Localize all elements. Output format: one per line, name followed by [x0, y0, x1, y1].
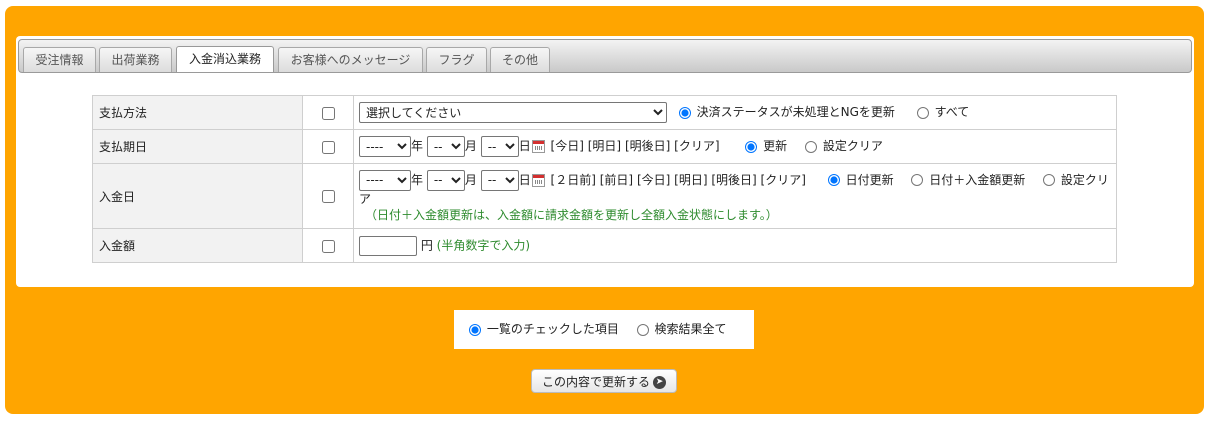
date-clear-radio[interactable] — [1043, 174, 1056, 186]
due-clear-link[interactable]: [クリア] — [674, 139, 719, 153]
payment-date-checkbox[interactable] — [321, 190, 335, 203]
due-tomorrow-link[interactable]: [明日] — [588, 139, 621, 153]
date-today-link[interactable]: [今日] — [637, 173, 670, 187]
date-year-select[interactable]: ---- — [359, 169, 411, 191]
scope-checked-radio[interactable] — [469, 323, 481, 336]
tab-order-info[interactable]: 受注情報 — [23, 47, 96, 72]
date-amount-update-radio[interactable] — [911, 174, 924, 186]
due-update-radio[interactable] — [745, 140, 758, 153]
payment-method-update-radio[interactable] — [678, 106, 691, 119]
due-clear-radio[interactable] — [805, 140, 818, 153]
payment-amount-checkbox[interactable] — [321, 239, 335, 253]
amount-unit: 円 — [420, 238, 433, 252]
payment-due-checkbox[interactable] — [321, 140, 335, 154]
scope-checked-label: 一覧のチェックした項目 — [486, 322, 619, 336]
due-day-select[interactable]: -- — [480, 136, 519, 157]
arrow-right-circle-icon: ➤ — [653, 375, 666, 389]
date-tomorrow-link[interactable]: [明日] — [674, 173, 707, 187]
payment-amount-input[interactable] — [359, 235, 417, 256]
tab-payment-reconcile[interactable]: 入金消込業務 — [176, 46, 274, 72]
date-day-after-link[interactable]: [明後日] — [711, 173, 756, 187]
scope-all-radio[interactable] — [636, 323, 649, 336]
unit-month: 月 — [464, 139, 477, 153]
tab-other[interactable]: その他 — [490, 47, 550, 72]
row-payment-date: 入金日 ----年 -- 月 -- 日 [２日前] [前日] [今日] [明日] [… — [92, 163, 1117, 229]
payment-method-select[interactable]: 選択してください — [359, 102, 667, 123]
tab-bar: 受注情報 出荷業務 入金消込業務 お客様へのメッセージ フラグ その他 — [18, 39, 1192, 73]
scope-all-label: 検索結果全て — [654, 322, 727, 336]
calendar-icon[interactable] — [531, 140, 545, 153]
row-payment-amount: 入金額 円 (半角数字で入力) — [92, 228, 1117, 263]
row-payment-due: 支払期日 ---- 年 -- 月 -- 日 [今日] [明日] [明後日] [クリア]… — [92, 129, 1117, 164]
due-today-link[interactable]: [今日] — [551, 139, 584, 153]
unit-year: 年 — [411, 139, 424, 153]
due-month-select[interactable]: -- — [426, 136, 465, 157]
update-scope-box: 一覧のチェックした項目 検索結果全て — [454, 310, 754, 349]
date-2days-ago-link[interactable]: [２日前] — [551, 173, 596, 187]
submit-label: この内容で更新する — [541, 374, 650, 389]
unit-year: 年 — [411, 172, 424, 187]
due-clear-label: 設定クリア — [822, 139, 883, 153]
row-label: 入金日 — [92, 163, 303, 229]
unit-day: 日 — [518, 172, 531, 187]
date-clear-link[interactable]: [クリア] — [761, 173, 806, 187]
date-amount-update-label: 日付＋入金額更新 — [929, 172, 1026, 187]
payment-method-update-label: 決済ステータスが未処理とNGを更新 — [696, 105, 895, 119]
date-update-radio[interactable] — [827, 174, 840, 186]
unit-month: 月 — [464, 172, 477, 187]
row-payment-method: 支払方法 選択してください 決済ステータスが未処理とNGを更新 すべて — [92, 95, 1117, 130]
date-month-select[interactable]: -- — [426, 169, 465, 191]
row-label: 支払方法 — [92, 95, 303, 130]
payment-method-checkbox[interactable] — [321, 106, 335, 120]
payment-form-table: 支払方法 選択してください 決済ステータスが未処理とNGを更新 すべて 支払期日 — [92, 95, 1117, 263]
payment-method-all-radio[interactable] — [916, 106, 929, 119]
due-year-select[interactable]: ---- — [359, 136, 411, 157]
tab-customer-message[interactable]: お客様へのメッセージ — [278, 47, 423, 72]
tab-shipping[interactable]: 出荷業務 — [99, 47, 172, 72]
date-note: （日付＋入金額更新は、入金額に請求金額を更新し全額入金状態にします。） — [365, 207, 778, 222]
date-day-select[interactable]: -- — [480, 169, 519, 191]
row-label: 支払期日 — [92, 129, 303, 164]
edit-panel: 受注情報 出荷業務 入金消込業務 お客様へのメッセージ フラグ その他 支払方法… — [16, 36, 1194, 287]
row-label: 入金額 — [92, 228, 303, 263]
due-update-label: 更新 — [763, 139, 788, 153]
date-update-label: 日付更新 — [845, 172, 894, 187]
payment-method-all-label: すべて — [934, 105, 970, 119]
due-day-after-link[interactable]: [明後日] — [625, 139, 670, 153]
unit-day: 日 — [518, 139, 531, 153]
amount-note: (半角数字で入力) — [436, 238, 531, 252]
calendar-icon[interactable] — [531, 173, 545, 187]
date-yesterday-link[interactable]: [前日] — [600, 173, 633, 187]
submit-update-button[interactable]: この内容で更新する ➤ — [531, 369, 677, 393]
tab-flag[interactable]: フラグ — [426, 47, 487, 72]
